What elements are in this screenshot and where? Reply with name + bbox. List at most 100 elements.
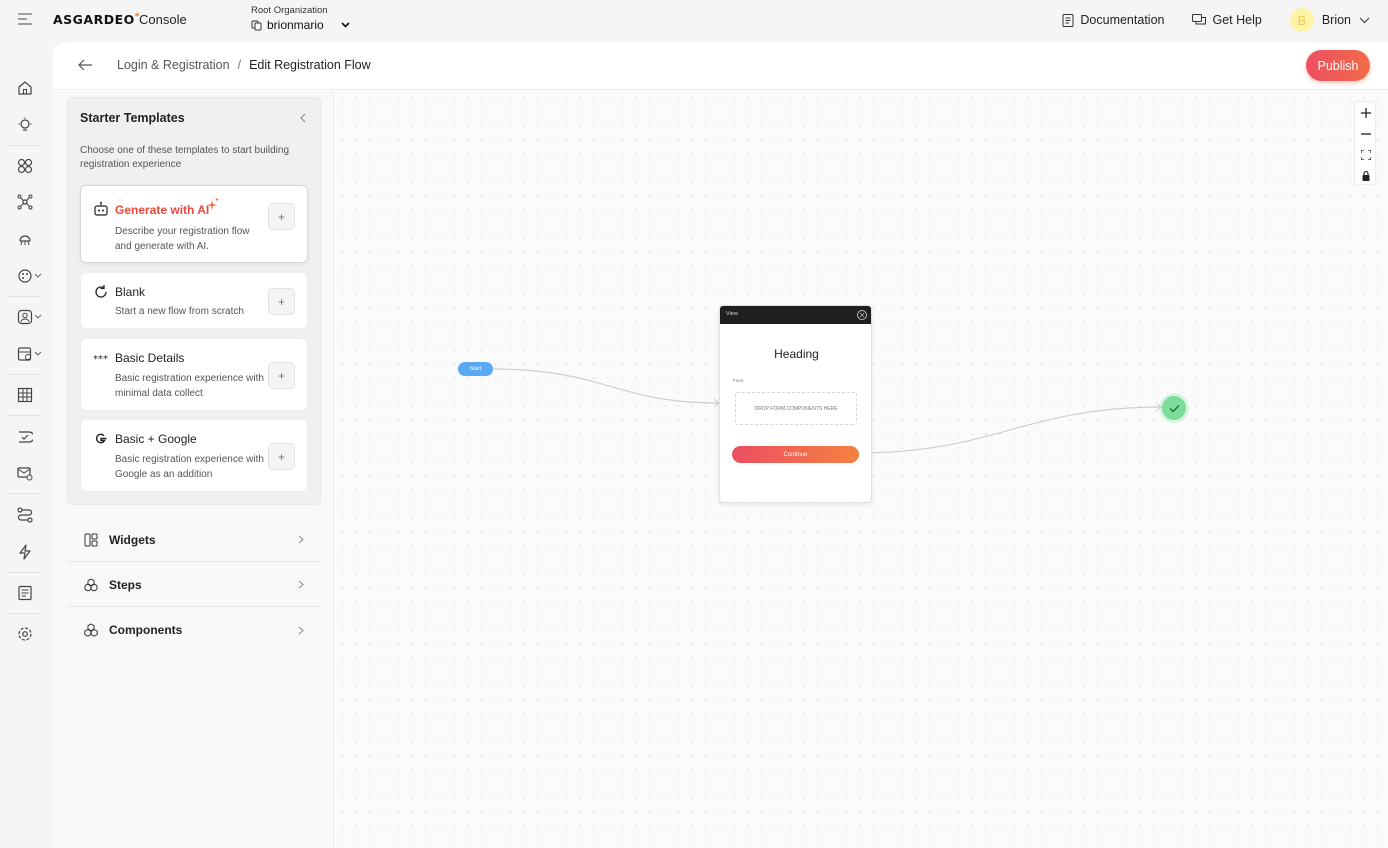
back-arrow-icon[interactable] xyxy=(77,58,93,72)
template-description: Basic registration experience with minim… xyxy=(115,373,264,399)
edge-start-to-view xyxy=(492,368,720,404)
starter-templates: Starter Templates Choose one of these te… xyxy=(67,97,321,505)
section-widgets[interactable]: Widgets xyxy=(67,518,321,562)
insights-icon[interactable] xyxy=(17,387,33,403)
chevron-down-icon xyxy=(341,22,350,28)
widgets-icon xyxy=(84,533,98,546)
publish-button[interactable]: Publish xyxy=(1306,50,1370,81)
flows-icon[interactable] xyxy=(17,507,33,523)
nav-divider xyxy=(8,296,40,297)
section-steps[interactable]: Steps xyxy=(67,563,321,607)
template-blank[interactable]: Blank Start a new flow from scratch + xyxy=(80,272,308,329)
chevron-left-icon[interactable] xyxy=(299,113,307,123)
edge-view-to-end xyxy=(856,406,1163,454)
components-icon xyxy=(84,623,98,637)
view-node-header: View xyxy=(720,306,871,324)
breadcrumb-separator: / xyxy=(237,58,242,72)
page-header: Login & Registration / Edit Registration… xyxy=(53,42,1388,90)
builder-panel: Starter Templates Choose one of these te… xyxy=(53,91,334,848)
svg-text:***: *** xyxy=(93,354,108,365)
nav-divider xyxy=(8,145,40,146)
section-label: Components xyxy=(109,623,183,637)
user-menu[interactable]: B Brion xyxy=(1289,8,1370,32)
lock-icon[interactable] xyxy=(1355,165,1377,186)
organizations-icon[interactable] xyxy=(17,346,43,362)
branding-icon[interactable] xyxy=(17,268,43,284)
organization-icon xyxy=(251,20,262,30)
menu-icon[interactable] xyxy=(18,13,32,25)
template-generate-with-ai[interactable]: Generate with AI Describe your registrat… xyxy=(80,185,308,263)
breadcrumb-current: Edit Registration Flow xyxy=(249,58,371,72)
org-switcher[interactable]: brionmario xyxy=(251,18,350,32)
sparkle-icon xyxy=(207,197,219,210)
flow-canvas[interactable]: Start View Heading Form DROP FORM COMPON… xyxy=(335,91,1388,848)
home-icon[interactable] xyxy=(17,80,33,96)
section-label: Steps xyxy=(109,577,142,592)
breadcrumb-login-registration[interactable]: Login & Registration xyxy=(117,58,230,72)
email-settings-icon[interactable] xyxy=(17,465,33,481)
breadcrumb: Login & Registration / Edit Registration… xyxy=(117,58,371,72)
section-label: Widgets xyxy=(109,532,156,547)
documentation-label: Documentation xyxy=(1080,13,1165,27)
steps-icon xyxy=(84,578,98,591)
chevron-right-icon xyxy=(298,580,304,589)
chat-help-icon xyxy=(1192,14,1207,25)
form-label: Form xyxy=(733,378,744,383)
avatar: B xyxy=(1289,8,1314,32)
template-description: Describe your registration flow and gene… xyxy=(115,226,250,252)
template-basic-google[interactable]: Basic + Google Basic registration experi… xyxy=(80,419,308,492)
start-node[interactable]: Start xyxy=(458,362,493,376)
template-name: Blank xyxy=(115,285,146,299)
close-icon[interactable] xyxy=(857,310,867,320)
zoom-in-icon[interactable] xyxy=(1355,102,1377,123)
starter-templates-description: Choose one of these templates to start b… xyxy=(80,145,290,170)
add-template-button[interactable]: + xyxy=(268,362,295,389)
add-template-button[interactable]: + xyxy=(268,288,295,315)
asgardeo-logo[interactable]: ASGARDEO* xyxy=(53,12,140,27)
top-bar: ASGARDEO* Console Root Organization brio… xyxy=(0,0,1388,42)
template-basic-details[interactable]: *** Basic Details Basic registration exp… xyxy=(80,338,308,411)
view-node[interactable]: View Heading Form DROP FORM COMPONENTS H… xyxy=(719,305,872,503)
template-description: Basic registration experience with Googl… xyxy=(115,454,264,480)
template-name: Basic Details xyxy=(115,351,185,365)
template-name: Basic + Google xyxy=(115,432,197,446)
nav-divider xyxy=(8,572,40,573)
user-name: Brion xyxy=(1321,13,1351,27)
ai-robot-icon xyxy=(94,201,108,216)
logs-icon[interactable] xyxy=(17,585,33,601)
password-dots-icon: *** xyxy=(93,354,108,365)
continue-button[interactable]: Continue xyxy=(732,446,859,463)
add-template-button[interactable]: + xyxy=(268,203,295,230)
documentation-link[interactable]: Documentation xyxy=(1062,13,1164,27)
fit-view-icon[interactable] xyxy=(1355,144,1377,165)
applications-icon[interactable] xyxy=(17,158,33,174)
document-icon xyxy=(1062,13,1074,27)
connections-icon[interactable] xyxy=(17,194,33,210)
get-help-label: Get Help xyxy=(1212,13,1262,27)
get-help-link[interactable]: Get Help xyxy=(1192,13,1262,27)
nav-divider xyxy=(8,415,40,416)
product-name: Console xyxy=(139,12,187,27)
left-nav xyxy=(0,42,52,848)
zoom-controls xyxy=(1354,101,1376,185)
zoom-out-icon[interactable] xyxy=(1355,123,1377,144)
lightbulb-icon[interactable] xyxy=(17,117,33,133)
section-components[interactable]: Components xyxy=(67,608,321,652)
end-node[interactable] xyxy=(1162,396,1186,420)
user-management-icon[interactable] xyxy=(17,309,43,325)
view-node-title: View xyxy=(726,311,738,317)
actions-icon[interactable] xyxy=(17,544,33,560)
refresh-icon xyxy=(95,285,107,298)
add-template-button[interactable]: + xyxy=(268,443,295,470)
verified-domains-icon[interactable] xyxy=(17,429,33,445)
org-name: brionmario xyxy=(267,18,324,32)
settings-icon[interactable] xyxy=(17,626,33,642)
api-resources-icon[interactable] xyxy=(17,231,33,247)
main-content: Login & Registration / Edit Registration… xyxy=(53,42,1388,848)
view-heading[interactable]: Heading xyxy=(720,347,871,361)
template-name: Generate with AI xyxy=(115,203,210,217)
template-description: Start a new flow from scratch xyxy=(115,306,244,317)
chevron-down-icon xyxy=(1359,17,1370,23)
form-dropzone[interactable]: DROP FORM COMPONENTS HERE xyxy=(735,392,857,425)
chevron-right-icon xyxy=(298,535,304,544)
